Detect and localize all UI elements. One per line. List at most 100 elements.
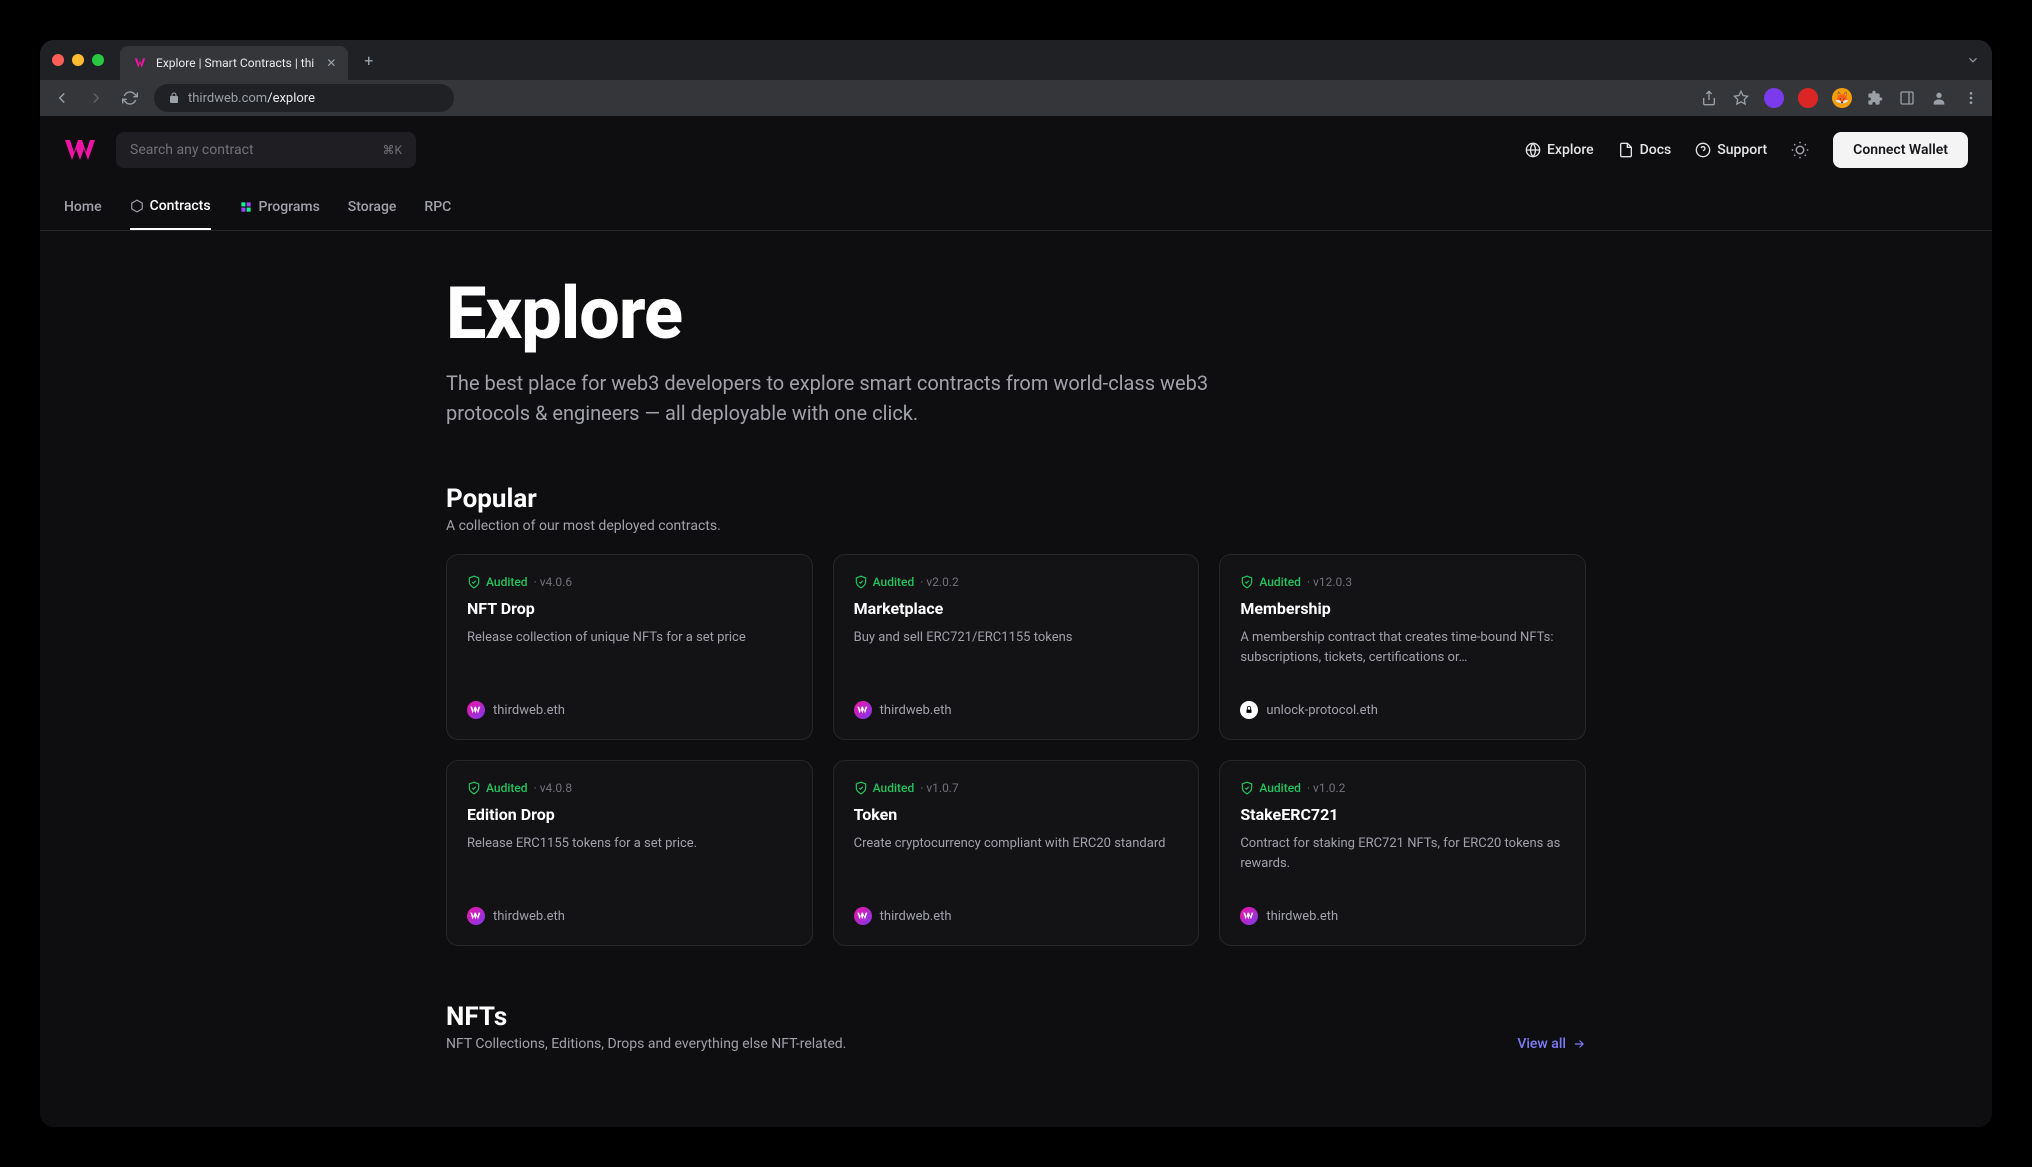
- page-description: The best place for web3 developers to ex…: [446, 368, 1266, 428]
- extensions-icon[interactable]: [1866, 89, 1884, 107]
- card-author: thirdweb.eth: [467, 907, 792, 925]
- tab-programs[interactable]: Programs: [239, 184, 320, 230]
- author-avatar-icon: [1240, 907, 1258, 925]
- card-author: thirdweb.eth: [854, 701, 1179, 719]
- card-author: thirdweb.eth: [467, 701, 792, 719]
- app-header: Search any contract ⌘K Explore Docs Supp…: [40, 116, 1992, 184]
- search-placeholder: Search any contract: [130, 142, 254, 158]
- maximize-window-button[interactable]: [92, 54, 104, 66]
- section-header: NFTs NFT Collections, Editions, Drops and…: [446, 1002, 1586, 1052]
- card-grid: Audited · v4.0.6 NFT Drop Release collecti…: [446, 554, 1586, 946]
- card-meta: Audited · v4.0.8: [467, 781, 792, 795]
- author-avatar-icon: [467, 701, 485, 719]
- version-label: · v1.0.2: [1307, 781, 1345, 795]
- author-avatar-icon: [1240, 701, 1258, 719]
- chevron-down-icon[interactable]: [1966, 53, 1980, 67]
- section-header: Popular A collection of our most deployed…: [446, 484, 1586, 534]
- author-avatar-icon: [467, 907, 485, 925]
- author-name: unlock-protocol.eth: [1266, 703, 1378, 718]
- card-description: Buy and sell ERC721/ERC1155 tokens: [854, 628, 1179, 691]
- tab-rpc[interactable]: RPC: [424, 184, 451, 230]
- close-tab-icon[interactable]: ✕: [326, 56, 336, 70]
- docs-link[interactable]: Docs: [1618, 142, 1672, 158]
- forward-button[interactable]: [86, 88, 106, 108]
- view-all-link[interactable]: View all: [1517, 1036, 1586, 1052]
- extension-icon[interactable]: [1798, 88, 1818, 108]
- connect-wallet-button[interactable]: Connect Wallet: [1833, 132, 1968, 168]
- author-name: thirdweb.eth: [493, 703, 565, 718]
- card-description: Create cryptocurrency compliant with ERC…: [854, 834, 1179, 897]
- back-button[interactable]: [52, 88, 72, 108]
- card-title: Edition Drop: [467, 805, 792, 824]
- lock-icon: [168, 92, 180, 104]
- card-title: NFT Drop: [467, 599, 792, 618]
- card-description: Release collection of unique NFTs for a …: [467, 628, 792, 691]
- card-meta: Audited · v4.0.6: [467, 575, 792, 589]
- author-avatar-icon: [854, 907, 872, 925]
- browser-tab[interactable]: Explore | Smart Contracts | thi ✕: [120, 46, 348, 80]
- section-description: A collection of our most deployed contra…: [446, 518, 721, 534]
- main-content: Explore The best place for web3 develope…: [446, 231, 1586, 1112]
- section-description: NFT Collections, Editions, Drops and eve…: [446, 1036, 846, 1052]
- section-title: NFTs: [446, 1002, 846, 1032]
- panel-icon[interactable]: [1898, 89, 1916, 107]
- audited-badge: Audited: [1240, 781, 1301, 795]
- url-text: thirdweb.com/explore: [188, 91, 315, 106]
- contract-card[interactable]: Audited · v2.0.2MarketplaceBuy and sell …: [833, 554, 1200, 740]
- tab-favicon-icon: [132, 55, 148, 71]
- tab-bar: Explore | Smart Contracts | thi ✕ +: [40, 40, 1992, 80]
- menu-icon[interactable]: [1962, 89, 1980, 107]
- tab-home[interactable]: Home: [64, 184, 102, 230]
- card-title: StakeERC721: [1240, 805, 1565, 824]
- url-field[interactable]: thirdweb.com/explore: [154, 84, 454, 112]
- section-title: Popular: [446, 484, 721, 514]
- version-label: · v1.0.7: [920, 781, 958, 795]
- browser-chrome: Explore | Smart Contracts | thi ✕ + thir…: [40, 40, 1992, 116]
- reload-button[interactable]: [120, 88, 140, 108]
- app-content: Search any contract ⌘K Explore Docs Supp…: [40, 116, 1992, 1127]
- nav-tabs: Home Contracts Programs Storage RPC: [40, 184, 1992, 231]
- audited-badge: Audited: [854, 781, 915, 795]
- thirdweb-logo-icon[interactable]: [64, 132, 100, 168]
- card-description: A membership contract that creates time-…: [1240, 628, 1565, 691]
- card-description: Contract for staking ERC721 NFTs, for ER…: [1240, 834, 1565, 897]
- minimize-window-button[interactable]: [72, 54, 84, 66]
- contract-card[interactable]: Audited · v1.0.2 StakeERC721 Contract for …: [1219, 760, 1586, 946]
- audited-badge: Audited: [467, 781, 528, 795]
- contract-card[interactable]: Audited · v4.0.8Edition DropRelease ERC1…: [446, 760, 813, 946]
- contract-card[interactable]: Audited · v4.0.6 NFT Drop Release collecti…: [446, 554, 813, 740]
- card-meta: Audited · v12.0.3: [1240, 575, 1565, 589]
- extension-icon[interactable]: [1764, 88, 1784, 108]
- author-name: thirdweb.eth: [493, 909, 565, 924]
- card-meta: Audited · v1.0.2: [1240, 781, 1565, 795]
- theme-toggle-icon[interactable]: [1791, 141, 1809, 159]
- author-name: thirdweb.eth: [880, 703, 952, 718]
- version-label: · v4.0.8: [534, 781, 572, 795]
- author-name: thirdweb.eth: [1266, 909, 1338, 924]
- tab-contracts[interactable]: Contracts: [130, 184, 211, 230]
- audited-badge: Audited: [1240, 575, 1301, 589]
- explore-link[interactable]: Explore: [1525, 142, 1594, 158]
- version-label: · v4.0.6: [534, 575, 572, 589]
- contract-card[interactable]: Audited · v1.0.7 Token Create cryptocurren…: [833, 760, 1200, 946]
- search-input[interactable]: Search any contract ⌘K: [116, 132, 416, 168]
- tab-storage[interactable]: Storage: [348, 184, 397, 230]
- share-icon[interactable]: [1700, 89, 1718, 107]
- card-meta: Audited · v2.0.2: [854, 575, 1179, 589]
- card-author: thirdweb.eth: [1240, 907, 1565, 925]
- support-link[interactable]: Support: [1695, 142, 1767, 158]
- card-meta: Audited · v1.0.7: [854, 781, 1179, 795]
- card-title: Token: [854, 805, 1179, 824]
- address-bar: thirdweb.com/explore 🦊: [40, 80, 1992, 116]
- tab-title: Explore | Smart Contracts | thi: [156, 56, 314, 70]
- close-window-button[interactable]: [52, 54, 64, 66]
- version-label: · v2.0.2: [920, 575, 958, 589]
- new-tab-button[interactable]: +: [364, 51, 373, 70]
- contract-card[interactable]: Audited · v12.0.3MembershipA membership …: [1219, 554, 1586, 740]
- bookmark-icon[interactable]: [1732, 89, 1750, 107]
- card-author: thirdweb.eth: [854, 907, 1179, 925]
- audited-badge: Audited: [467, 575, 528, 589]
- extension-icon[interactable]: 🦊: [1832, 88, 1852, 108]
- profile-icon[interactable]: [1930, 89, 1948, 107]
- version-label: · v12.0.3: [1307, 575, 1352, 589]
